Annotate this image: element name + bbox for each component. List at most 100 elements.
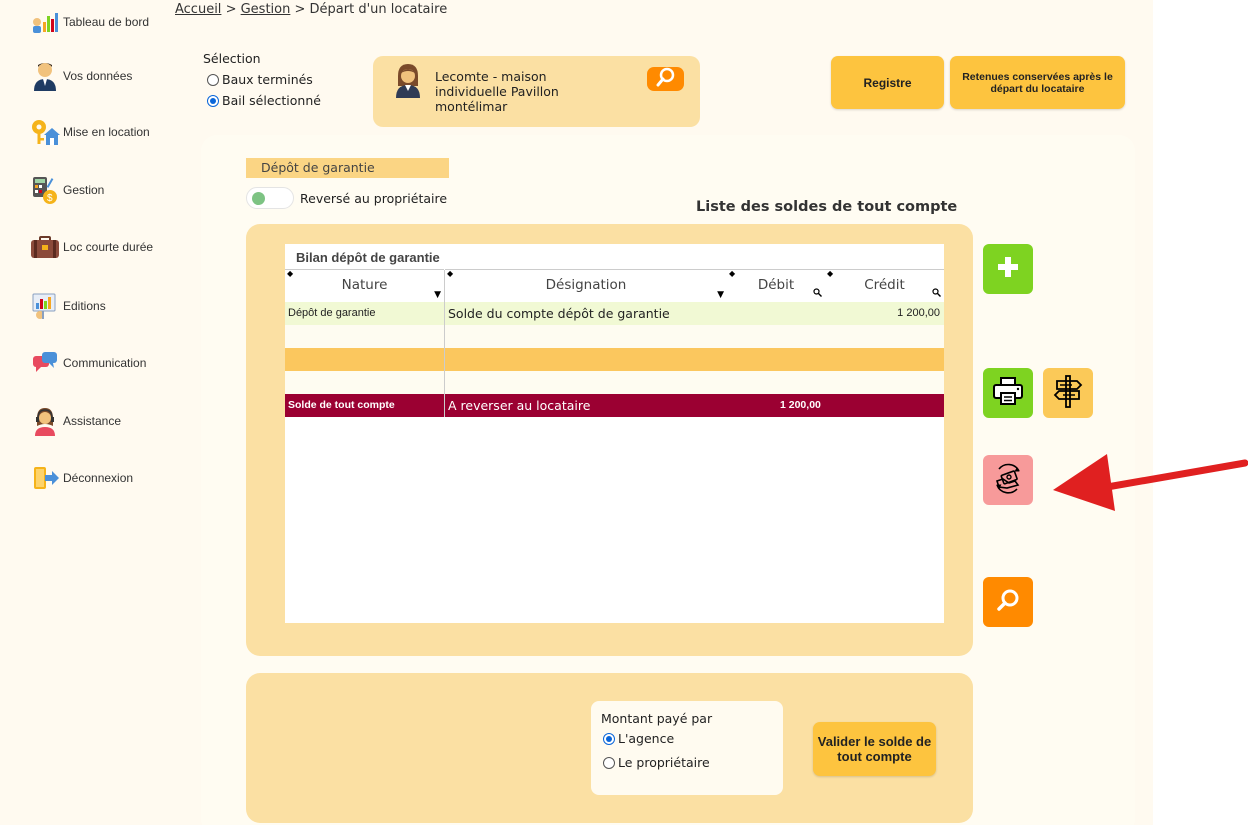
cell-debit: 1 200,00 (780, 399, 821, 411)
cell-nature: Dépôt de garantie (288, 307, 376, 319)
search-icon (655, 66, 677, 92)
printer-icon (992, 376, 1024, 410)
user-icon (30, 61, 60, 91)
column-header-debit[interactable]: ◆ Débit (727, 269, 825, 301)
breadcrumb: Accueil > Gestion > Départ d'un locatair… (175, 2, 447, 17)
sidebar-item-label: Mise en location (63, 125, 150, 139)
house-key-icon (30, 117, 60, 147)
retenues-button[interactable]: Retenues conservées après le départ du l… (950, 56, 1125, 109)
red-arrow-annotation (1053, 454, 1248, 511)
radio-baux-termines[interactable]: Baux terminés (203, 69, 321, 90)
radio-bail-selectionne[interactable]: Bail sélectionné (203, 90, 321, 111)
breadcrumb-separator: > (225, 2, 237, 17)
table-row-separator (285, 348, 944, 371)
table-row-total[interactable]: Solde de tout compte A reverser au locat… (285, 394, 944, 417)
hand-money-icon (991, 461, 1025, 499)
breadcrumb-home-link[interactable]: Accueil (175, 2, 221, 17)
dashboard-icon (30, 7, 60, 37)
add-button[interactable] (983, 244, 1033, 294)
sidebar-item-label: Déconnexion (63, 471, 134, 485)
column-header-nature[interactable]: ◆ Nature ▼ (285, 269, 444, 301)
radio-label: Le propriétaire (618, 755, 710, 770)
sidebar-item-vos-donnees[interactable]: Vos données (30, 60, 132, 92)
toggle-label: Reversé au propriétaire (300, 191, 448, 206)
toggle-knob (252, 192, 265, 205)
paid-by-group: Montant payé par L'agence Le propriétair… (591, 701, 783, 795)
calculator-icon: $ (30, 175, 60, 205)
cell-designation: Solde du compte dépôt de garantie (448, 306, 670, 321)
tenant-name: Lecomte - maison individuelle Pavillon m… (435, 69, 595, 114)
table-title: Bilan dépôt de garantie (296, 250, 440, 265)
sidebar-item-mise-en-location[interactable]: Mise en location (30, 116, 150, 148)
depot-garantie-label: Dépôt de garantie (246, 158, 449, 178)
radio-button-selected[interactable] (207, 94, 219, 107)
tenant-line: Lecomte - maison (435, 69, 547, 84)
radio-proprietaire[interactable]: Le propriétaire (603, 755, 710, 770)
selection-title: Sélection (203, 51, 261, 66)
registre-button[interactable]: Registre (831, 56, 944, 109)
signpost-icon (1052, 374, 1084, 412)
sidebar-item-label: Tableau de bord (63, 15, 150, 29)
sidebar-item-editions[interactable]: Editions (30, 290, 106, 322)
cell-credit: 1 200,00 (897, 307, 940, 319)
radio-button[interactable] (603, 756, 615, 769)
suitcase-icon (30, 232, 60, 262)
radio-label: L'agence (618, 731, 675, 746)
table-row-empty[interactable] (285, 325, 944, 348)
valider-solde-button[interactable]: Valider le solde de tout compte (813, 722, 936, 776)
radio-button-selected[interactable] (603, 732, 615, 745)
sidebar-item-label: Loc courte durée (63, 240, 154, 254)
column-header-designation[interactable]: ◆ Désignation ▼ (445, 269, 727, 301)
radio-agence[interactable]: L'agence (603, 731, 674, 746)
tenant-search-button[interactable] (647, 67, 684, 91)
sidebar-item-label: Communication (63, 356, 147, 370)
sidebar-item-label: Gestion (63, 183, 105, 197)
radio-button[interactable] (207, 73, 219, 86)
table-row[interactable]: Dépôt de garantie Solde du compte dépôt … (285, 302, 944, 325)
column-separator (444, 270, 445, 417)
column-label: Nature (341, 277, 388, 293)
sidebar-item-label: Editions (63, 299, 106, 313)
sidebar-item-label: Vos données (63, 69, 133, 83)
radio-label: Baux terminés (222, 72, 313, 87)
search-icon[interactable] (813, 288, 822, 300)
logout-icon (30, 463, 60, 493)
sidebar-item-communication[interactable]: Communication (30, 347, 146, 379)
sidebar-item-label: Assistance (63, 414, 122, 428)
column-label: Crédit (864, 277, 905, 293)
tenant-avatar-icon (393, 62, 423, 98)
signpost-button[interactable] (1043, 368, 1093, 418)
plus-icon (997, 256, 1019, 282)
sidebar-item-dashboard[interactable]: Tableau de bord (30, 6, 149, 38)
tenant-card: Lecomte - maison individuelle Pavillon m… (373, 56, 700, 127)
refund-money-button[interactable] (983, 455, 1033, 505)
sidebar-item-loc-courte-duree[interactable]: Loc courte durée (30, 231, 153, 263)
cell-designation: A reverser au locataire (448, 398, 591, 413)
selection-group: Sélection Baux terminés Bail sélectionné (203, 51, 321, 111)
breadcrumb-gestion-link[interactable]: Gestion (241, 2, 291, 17)
sidebar-item-gestion[interactable]: $ Gestion (30, 174, 104, 206)
print-button[interactable] (983, 368, 1033, 418)
filter-icon[interactable]: ▼ (434, 290, 441, 300)
reverse-proprietaire-toggle[interactable] (246, 187, 294, 209)
radio-label: Bail sélectionné (222, 93, 321, 108)
search-icon (995, 587, 1021, 617)
cell-nature: Solde de tout compte (288, 399, 395, 411)
tenant-line: montélimar (435, 99, 508, 114)
search-button[interactable] (983, 577, 1033, 627)
breadcrumb-separator: > (294, 2, 306, 17)
sidebar-item-deconnexion[interactable]: Déconnexion (30, 462, 133, 494)
chat-icon (30, 348, 60, 378)
column-header-credit[interactable]: ◆ Crédit (825, 269, 944, 301)
breadcrumb-current: Départ d'un locataire (309, 2, 448, 17)
headset-icon (30, 406, 60, 436)
tenant-line: individuelle Pavillon (435, 84, 559, 99)
sidebar-item-assistance[interactable]: Assistance (30, 405, 121, 437)
list-title: Liste des soldes de tout compte (696, 199, 958, 215)
report-icon (30, 291, 60, 321)
search-icon[interactable] (932, 288, 941, 300)
filter-icon[interactable]: ▼ (717, 290, 724, 300)
table-row-empty[interactable] (285, 371, 944, 394)
column-label: Débit (757, 277, 795, 293)
svg-text:$: $ (47, 193, 53, 204)
